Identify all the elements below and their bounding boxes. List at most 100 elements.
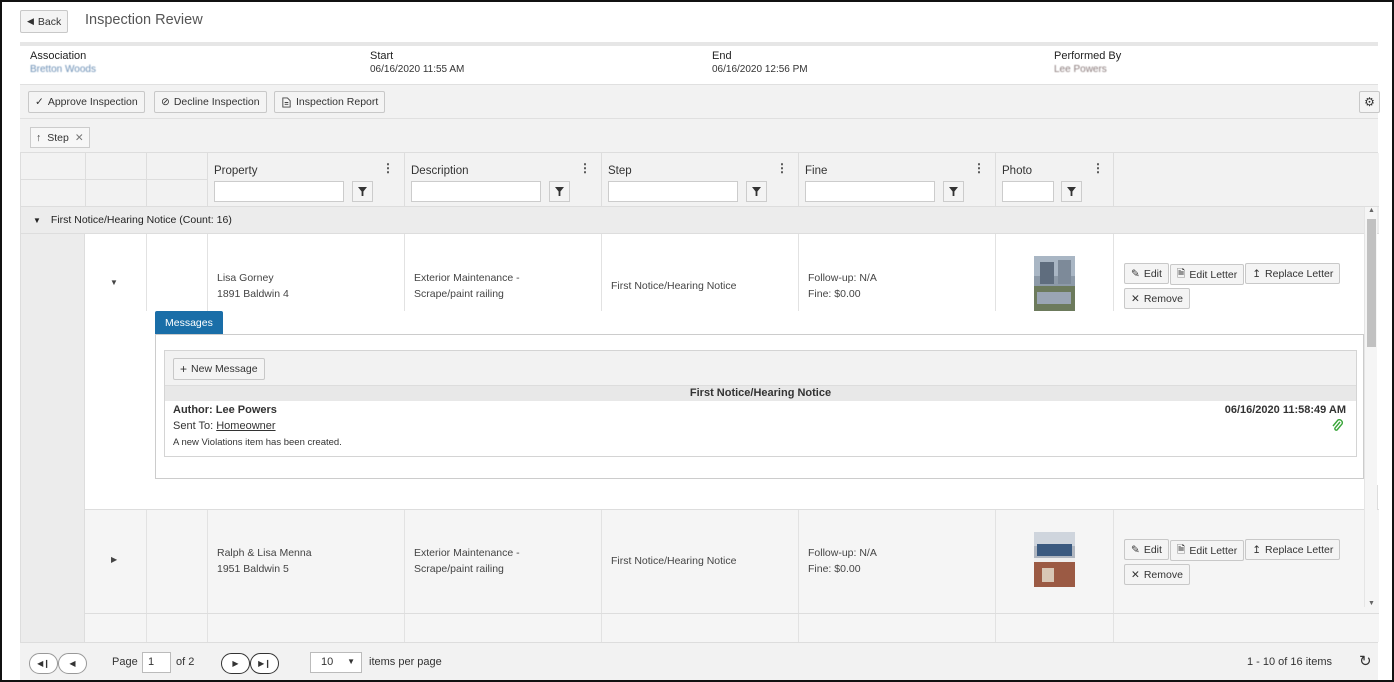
column-property[interactable]: Property ⋮ — [207, 153, 404, 207]
column-menu-icon[interactable]: ⋮ — [579, 161, 591, 175]
top-bar: ◀ Back Inspection Review — [20, 10, 1374, 34]
expanded-triangle-icon[interactable]: ▼ — [110, 278, 118, 287]
violation-photo[interactable] — [1034, 256, 1075, 311]
edit-button[interactable]: ✎ Edit — [1124, 263, 1169, 284]
column-menu-icon[interactable]: ⋮ — [1092, 161, 1104, 175]
column-fine[interactable]: Fine ⋮ — [798, 153, 995, 207]
performed-by-value: Lee Powers — [1054, 64, 1107, 75]
group-header-row[interactable]: ▼ First Notice/Hearing Notice (Count: 16… — [21, 207, 1379, 234]
column-photo[interactable]: Photo ⋮ — [995, 153, 1113, 207]
description-line-1: Exterior Maintenance - — [414, 547, 520, 559]
collapsed-triangle-icon[interactable]: ▶ — [111, 555, 117, 564]
edit-letter-label: Edit Letter — [1189, 544, 1238, 557]
replace-letter-button[interactable]: ↥ Replace Letter — [1245, 263, 1341, 284]
ban-icon: ⊘ — [161, 96, 170, 108]
column-fine-label: Fine — [805, 165, 828, 177]
column-menu-icon[interactable]: ⋮ — [776, 161, 788, 175]
violation-photo[interactable] — [1034, 532, 1075, 587]
table-row: ▶ Ralph & Lisa Menna 1951 Baldwin 5 Exte… — [85, 509, 1379, 613]
property-cell: Ralph & Lisa Menna 1951 Baldwin 5 — [207, 510, 404, 613]
refresh-icon[interactable]: ↻ — [1359, 652, 1372, 670]
description-line-1: Exterior Maintenance - — [414, 272, 520, 284]
group-chip-step[interactable]: ↑ Step ✕ — [30, 127, 90, 148]
first-page-button[interactable]: ◀❙ — [29, 653, 58, 674]
column-description[interactable]: Description ⋮ — [404, 153, 601, 207]
grouping-bar: ↑ Step ✕ — [20, 119, 1378, 153]
filter-icon[interactable] — [746, 181, 767, 202]
messages-list: + New Message First Notice/Hearing Notic… — [164, 350, 1357, 457]
expand-cell[interactable]: ▼ — [85, 234, 146, 311]
fine-cell — [798, 614, 995, 642]
edit-button[interactable]: ✎ Edit — [1124, 539, 1169, 560]
decline-inspection-button[interactable]: ⊘ Decline Inspection — [154, 91, 267, 113]
spacer-cell — [146, 510, 207, 613]
new-message-label: New Message — [191, 363, 258, 375]
settings-button[interactable]: ⚙ — [1359, 91, 1380, 113]
start-value: 06/16/2020 11:55 AM — [370, 64, 465, 75]
gear-icon: ⚙ — [1364, 95, 1375, 109]
column-step[interactable]: Step ⋮ — [601, 153, 798, 207]
row-detail: Messages + New Message First Notice/Hear… — [85, 311, 1379, 485]
description-cell: Exterior Maintenance - Scrape/paint rail… — [404, 510, 601, 613]
previous-page-button[interactable]: ◀ — [58, 653, 87, 674]
filter-icon[interactable] — [549, 181, 570, 202]
filter-icon[interactable] — [943, 181, 964, 202]
edit-letter-button[interactable]: 🗎 Edit Letter — [1169, 264, 1245, 285]
page-size-select[interactable]: 10 ▼ — [310, 652, 362, 673]
scrollbar-thumb[interactable] — [1367, 219, 1376, 347]
replace-letter-label: Replace Letter — [1265, 543, 1334, 556]
replace-letter-label: Replace Letter — [1265, 267, 1334, 280]
photo-filter-input[interactable] — [1002, 181, 1054, 202]
group-chip-label: Step — [47, 131, 69, 144]
messages-toolbar: + New Message — [165, 351, 1356, 386]
last-page-button[interactable]: ▶❙ — [250, 653, 279, 674]
follow-up-value: Follow-up: N/A — [808, 547, 877, 559]
page-number-input[interactable]: 1 — [142, 652, 171, 673]
paperclip-icon[interactable] — [1332, 419, 1344, 433]
decline-label: Decline Inspection — [173, 96, 260, 108]
column-menu-icon[interactable]: ⋮ — [973, 161, 985, 175]
remove-button[interactable]: ✕ Remove — [1124, 288, 1190, 309]
close-icon[interactable]: ✕ — [75, 132, 84, 144]
property-filter-input[interactable] — [214, 181, 344, 202]
description-filter-input[interactable] — [411, 181, 541, 202]
step-cell: First Notice/Hearing Notice — [601, 234, 798, 311]
expand-cell[interactable]: ▶ — [85, 510, 146, 613]
inspection-report-button[interactable]: Inspection Report — [274, 91, 386, 113]
back-button[interactable]: ◀ Back — [20, 10, 69, 33]
remove-button[interactable]: ✕ Remove — [1124, 564, 1190, 585]
filter-icon[interactable] — [352, 181, 373, 202]
step-filter-input[interactable] — [608, 181, 738, 202]
replace-letter-button[interactable]: ↥ Replace Letter — [1245, 539, 1341, 560]
start-field: Start 06/16/2020 11:55 AM — [370, 50, 464, 75]
message-timestamp: 06/16/2020 11:58:49 AM — [1224, 404, 1346, 416]
group-label: First Notice/Hearing Notice (Count: 16) — [50, 214, 232, 226]
column-step-label: Step — [608, 165, 632, 177]
fine-value: Fine: $0.00 — [808, 288, 861, 300]
tab-messages[interactable]: Messages — [155, 311, 223, 334]
column-menu-icon[interactable]: ⋮ — [382, 161, 394, 175]
end-label: End — [712, 50, 732, 62]
new-message-button[interactable]: + New Message — [173, 358, 265, 380]
page-label: Page — [112, 656, 138, 668]
fine-filter-input[interactable] — [805, 181, 935, 202]
page-title: Inspection Review — [85, 12, 203, 28]
step-value: First Notice/Hearing Notice — [611, 280, 737, 292]
sort-up-icon: ↑ — [36, 131, 42, 144]
scroll-down-icon[interactable]: ▼ — [1368, 600, 1375, 607]
recipient-link[interactable]: Homeowner — [216, 420, 275, 432]
edit-letter-button[interactable]: 🗎 Edit Letter — [1169, 540, 1245, 561]
vertical-scrollbar[interactable]: ▲ ▼ — [1364, 207, 1377, 607]
filter-icon[interactable] — [1061, 181, 1082, 202]
next-page-button[interactable]: ▶ — [221, 653, 250, 674]
approve-inspection-button[interactable]: ✓ Approve Inspection — [28, 91, 145, 113]
photo-cell — [995, 234, 1113, 311]
owner-name: Lisa Gorney — [217, 272, 274, 284]
sent-to-label: Sent To: — [173, 420, 214, 432]
association-value: Bretton Woods — [30, 64, 96, 75]
scroll-up-icon[interactable]: ▲ — [1368, 207, 1375, 214]
description-line-2: Scrape/paint railing — [414, 563, 504, 575]
fine-value: Fine: $0.00 — [808, 563, 861, 575]
collapse-triangle-icon[interactable]: ▼ — [33, 216, 41, 225]
performed-by-field: Performed By Lee Powers — [1054, 50, 1121, 75]
